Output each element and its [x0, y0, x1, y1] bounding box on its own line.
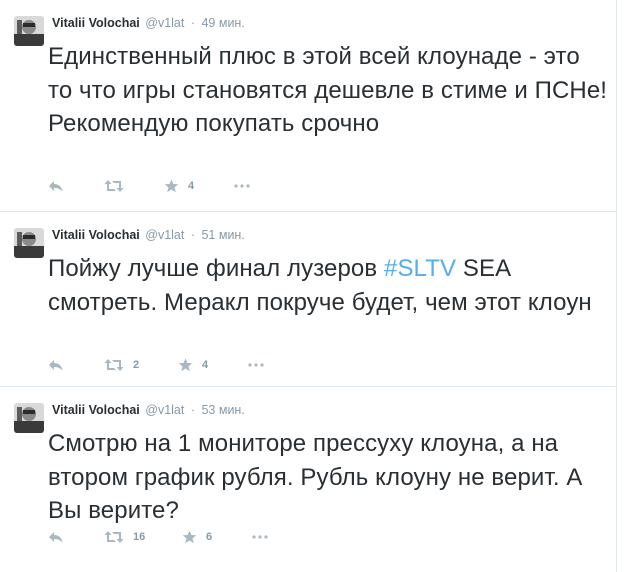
user-fullname[interactable]: Vitalii Volochai	[52, 228, 140, 242]
tweet-actions: 16 6	[48, 527, 368, 547]
tweet-actions: 2 4	[48, 355, 368, 375]
tweet[interactable]: Vitalii Volochai @v1lat · 51 мин. Пойжу …	[0, 212, 616, 387]
reply-icon	[48, 179, 64, 193]
avatar[interactable]	[14, 16, 44, 46]
more-icon	[234, 184, 250, 188]
tweet-text: Смотрю на 1 мониторе прессуху клоуна, а …	[48, 430, 583, 524]
star-icon	[164, 179, 179, 193]
favorite-button[interactable]: 4	[164, 176, 194, 196]
favorite-button[interactable]: 4	[178, 355, 208, 375]
header-separator: ·	[190, 403, 195, 417]
more-button[interactable]	[234, 176, 250, 196]
user-fullname[interactable]: Vitalii Volochai	[52, 403, 140, 417]
retweet-button[interactable]: 16	[104, 527, 145, 547]
tweet-text: Единственный плюс в этой всей клоунаде -…	[48, 43, 608, 137]
retweet-count: 16	[133, 531, 146, 543]
reply-icon	[48, 530, 64, 544]
retweet-count: 2	[133, 359, 140, 371]
retweet-icon	[104, 358, 124, 372]
tweet[interactable]: Vitalii Volochai @v1lat · 53 мин. Смотрю…	[0, 387, 616, 572]
tweet-timestamp[interactable]: 49 мин.	[201, 16, 244, 30]
hashtag-link[interactable]: #SLTV	[384, 255, 456, 282]
tweet-timestamp[interactable]: 53 мин.	[201, 403, 244, 417]
tweet-header: Vitalii Volochai @v1lat · 51 мин.	[52, 227, 245, 243]
tweet-header: Vitalii Volochai @v1lat · 53 мин.	[52, 402, 245, 418]
tweet-timeline: Vitalii Volochai @v1lat · 49 мин. Единст…	[0, 0, 616, 572]
user-handle[interactable]: @v1lat	[145, 228, 184, 242]
more-button[interactable]	[248, 355, 264, 375]
reply-button[interactable]	[48, 355, 64, 375]
tweet-text: Пойжу лучше финал лузеров #SLTV SEA смот…	[48, 252, 608, 319]
timeline-border	[616, 0, 624, 572]
retweet-icon	[104, 179, 124, 193]
favorite-count: 4	[202, 359, 209, 371]
user-handle[interactable]: @v1lat	[145, 403, 184, 417]
star-icon	[182, 530, 197, 544]
tweet-header: Vitalii Volochai @v1lat · 49 мин.	[52, 15, 245, 31]
tweet-timestamp[interactable]: 51 мин.	[201, 228, 244, 242]
tweet-actions: 4	[48, 176, 368, 196]
avatar[interactable]	[14, 403, 44, 433]
retweet-button[interactable]	[104, 176, 133, 196]
favorite-count: 4	[188, 180, 195, 192]
reply-icon	[48, 358, 64, 372]
user-handle[interactable]: @v1lat	[145, 16, 184, 30]
tweet-text-before: Пойжу лучше финал лузеров	[48, 255, 384, 282]
star-icon	[178, 358, 193, 372]
retweet-icon	[104, 530, 124, 544]
reply-button[interactable]	[48, 527, 64, 547]
header-separator: ·	[190, 16, 195, 30]
more-icon	[252, 535, 268, 539]
avatar[interactable]	[14, 228, 44, 258]
header-separator: ·	[190, 228, 195, 242]
tweet[interactable]: Vitalii Volochai @v1lat · 49 мин. Единст…	[0, 0, 616, 212]
more-icon	[248, 363, 264, 367]
favorite-count: 6	[206, 531, 213, 543]
more-button[interactable]	[252, 527, 268, 547]
user-fullname[interactable]: Vitalii Volochai	[52, 16, 140, 30]
favorite-button[interactable]: 6	[182, 527, 212, 547]
reply-button[interactable]	[48, 176, 64, 196]
retweet-button[interactable]: 2	[104, 355, 139, 375]
